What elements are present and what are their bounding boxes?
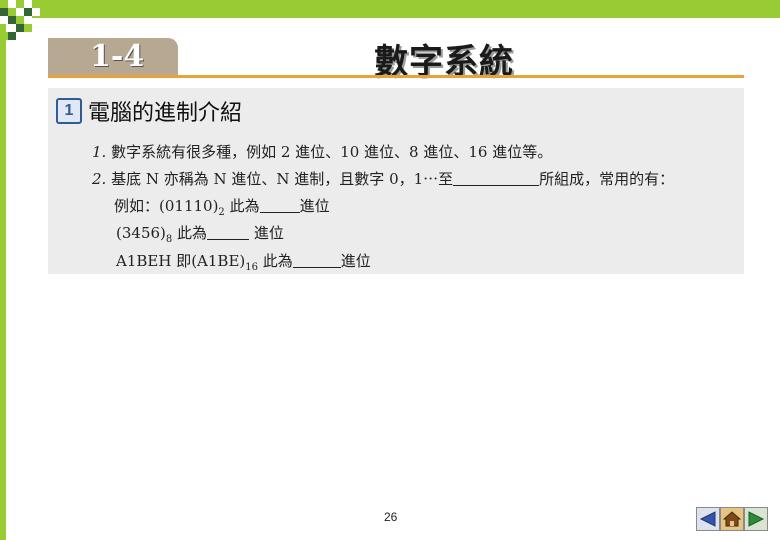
list-text-after: 所組成，常用的有： xyxy=(539,170,675,188)
section-number: 1-4 xyxy=(90,39,145,74)
numbered-badge: 1 xyxy=(56,98,82,124)
list-text: 數字系統有很多種，例如 2 進位、10 進位、8 進位、16 進位等。 xyxy=(111,143,553,161)
home-icon xyxy=(723,511,741,527)
example-suffix: 進位 xyxy=(299,197,330,215)
example-prefix: 例如：(01110) xyxy=(114,197,219,215)
example-mid: 此為 xyxy=(172,224,208,242)
home-slide-button[interactable] xyxy=(720,507,744,531)
page-number: 26 xyxy=(384,510,398,524)
example-mid: 此為 xyxy=(258,252,293,270)
top-decor-bar xyxy=(0,0,780,18)
list-item-2: 2. 基底 N 亦稱為 N 進位、N 進制，且數字 0，1⋯至 所組成，常用的有： xyxy=(92,168,674,189)
example-suffix: 進位 xyxy=(249,224,284,242)
prev-slide-button[interactable] xyxy=(696,507,720,531)
list-text-before: 基底 N 亦稱為 N 進位、N 進制，且數字 0，1⋯至 xyxy=(111,170,454,188)
example-line-1: 例如：(01110)2 此為 進位 xyxy=(114,195,330,218)
next-icon xyxy=(748,511,765,527)
fill-blank xyxy=(259,198,300,213)
example-suffix: 進位 xyxy=(340,252,371,270)
example-base: 16 xyxy=(245,262,258,273)
fill-blank xyxy=(292,253,341,268)
example-prefix: (3456) xyxy=(116,224,166,242)
list-number: 1. xyxy=(92,143,107,161)
title-underline xyxy=(48,75,744,78)
next-slide-button[interactable] xyxy=(744,507,768,531)
fill-blank xyxy=(207,225,250,240)
fill-blank xyxy=(453,171,540,186)
left-decor-bar xyxy=(0,0,6,540)
list-number: 2. xyxy=(92,170,107,188)
example-prefix: A1BEH 即(A1BE) xyxy=(116,252,246,270)
example-mid: 此為 xyxy=(224,197,260,215)
example-line-3: A1BEH 即(A1BE)16 此為 進位 xyxy=(116,250,371,273)
prev-icon xyxy=(699,511,716,527)
list-item-1: 1. 數字系統有很多種，例如 2 進位、10 進位、8 進位、16 進位等。 xyxy=(92,141,552,162)
sub-heading: 電腦的進制介紹 xyxy=(88,101,243,126)
example-line-2: (3456)8 此為 進位 xyxy=(116,222,284,245)
